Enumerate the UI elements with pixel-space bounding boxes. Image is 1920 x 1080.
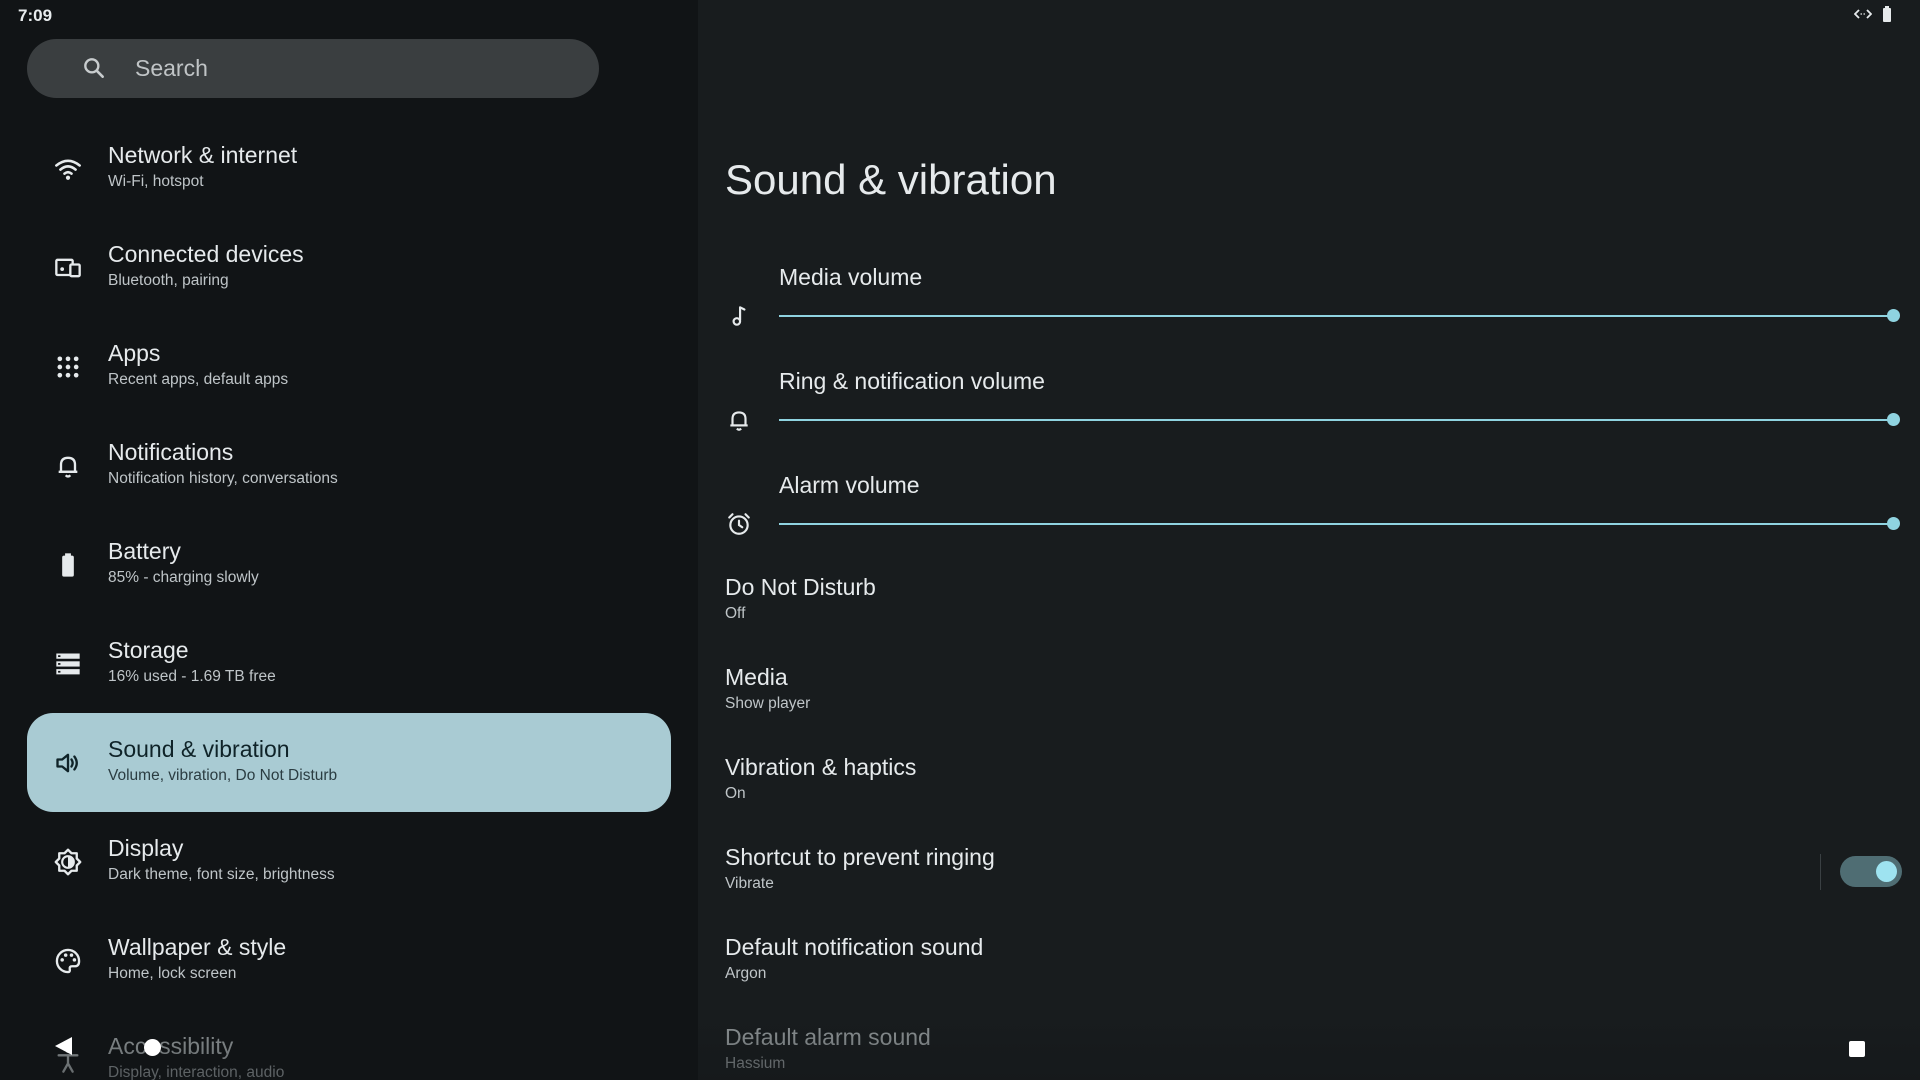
nav-item-connected-devices[interactable]: Connected devices Bluetooth, pairing (27, 218, 671, 317)
nav-item-sound-vibration[interactable]: Sound & vibration Volume, vibration, Do … (27, 713, 671, 812)
pref-subtitle: Vibrate (725, 875, 774, 892)
nav-item-battery[interactable]: Battery 85% - charging slowly (27, 515, 671, 614)
nav-recents-button[interactable] (1849, 1041, 1865, 1057)
nav-item-subtitle: Bluetooth, pairing (108, 272, 229, 289)
brightness-icon (54, 848, 82, 876)
nav-item-title: Storage (108, 637, 189, 663)
apps-grid-icon (54, 353, 82, 381)
palette-icon (54, 947, 82, 975)
nav-item-subtitle: Home, lock screen (108, 965, 237, 982)
slider-fill (779, 419, 1893, 421)
nav-item-title: Accessibility (108, 1033, 234, 1059)
pref-subtitle: Off (725, 605, 746, 622)
do-not-disturb-row[interactable]: Do Not Disturb Off (698, 556, 1920, 646)
settings-category-list: Network & internet Wi‑Fi, hotspot Connec… (0, 119, 698, 1080)
speaker-icon (54, 749, 82, 777)
search-icon (84, 58, 104, 78)
pref-title: Media (725, 664, 788, 690)
nav-item-title: Notifications (108, 439, 234, 465)
data-transfer-icon (1854, 9, 1872, 19)
bell-icon (54, 452, 82, 480)
nav-item-title: Battery (108, 538, 181, 564)
default-alarm-sound-row[interactable]: Default alarm sound Hassium (698, 1006, 1920, 1080)
slider-fill (779, 523, 1893, 525)
nav-item-subtitle: Volume, vibration, Do Not Disturb (108, 767, 338, 784)
volume-label: Alarm volume (779, 472, 920, 498)
media-volume-row: Media volume (698, 252, 1920, 356)
nav-item-subtitle: 85% - charging slowly (108, 569, 259, 586)
status-icons (1854, 6, 1892, 22)
bell-icon (725, 406, 753, 434)
devices-icon (54, 254, 82, 282)
toggle-knob (1876, 861, 1897, 882)
pref-subtitle: Hassium (725, 1055, 786, 1072)
nav-item-accessibility[interactable]: Accessibility Display, interaction, audi… (27, 1010, 671, 1080)
nav-item-apps[interactable]: Apps Recent apps, default apps (27, 317, 671, 416)
nav-item-title: Apps (108, 340, 161, 366)
nav-item-subtitle: Recent apps, default apps (108, 371, 289, 388)
search-input[interactable] (135, 39, 575, 98)
page-title: Sound & vibration (725, 156, 1057, 203)
nav-item-title: Network & internet (108, 142, 298, 168)
nav-item-storage[interactable]: Storage 16% used - 1.69 TB free (27, 614, 671, 713)
music-note-icon (725, 302, 753, 330)
battery-icon (54, 551, 82, 579)
slider-thumb[interactable] (1887, 413, 1900, 426)
slider-thumb[interactable] (1887, 517, 1900, 530)
nav-item-display[interactable]: Display Dark theme, font size, brightnes… (27, 812, 671, 911)
nav-item-title: Sound & vibration (108, 736, 290, 762)
nav-item-title: Wallpaper & style (108, 934, 287, 960)
slider-fill (779, 315, 1893, 317)
status-battery-icon (1883, 6, 1891, 22)
media-volume-slider[interactable] (779, 304, 1900, 328)
storage-icon (54, 650, 82, 678)
pref-title: Shortcut to prevent ringing (725, 844, 995, 870)
volume-label: Ring & notification volume (779, 368, 1045, 394)
nav-item-wallpaper-style[interactable]: Wallpaper & style Home, lock screen (27, 911, 671, 1010)
alarm-volume-slider[interactable] (779, 512, 1900, 536)
prevent-ringing-toggle[interactable] (1840, 856, 1902, 887)
pref-subtitle: On (725, 785, 746, 802)
nav-item-notifications[interactable]: Notifications Notification history, conv… (27, 416, 671, 515)
media-row[interactable]: Media Show player (698, 646, 1920, 736)
volume-label: Media volume (779, 264, 923, 290)
back-triangle-icon (55, 1037, 72, 1055)
alarm-volume-row: Alarm volume (698, 460, 1920, 564)
screen: 7:09 Network & internet Wi‑F (0, 0, 1920, 1080)
pref-subtitle: Show player (725, 695, 811, 712)
sound-detail-pane: Sound & vibration Media volume Ring & no… (698, 0, 1920, 1080)
alarm-icon (725, 510, 753, 538)
nav-item-subtitle: Dark theme, font size, brightness (108, 866, 335, 883)
nav-home-button[interactable] (144, 1039, 161, 1056)
pref-title: Vibration & haptics (725, 754, 917, 780)
prevent-ringing-row[interactable]: Shortcut to prevent ringing Vibrate (698, 826, 1920, 916)
pref-title: Default notification sound (725, 934, 984, 960)
pref-subtitle: Argon (725, 965, 767, 982)
nav-item-subtitle: Notification history, conversations (108, 470, 338, 487)
nav-item-network[interactable]: Network & internet Wi‑Fi, hotspot (27, 119, 671, 218)
nav-item-subtitle: Display, interaction, audio (108, 1064, 285, 1080)
search-bar[interactable] (27, 39, 599, 98)
vibration-haptics-row[interactable]: Vibration & haptics On (698, 736, 1920, 826)
pref-title: Default alarm sound (725, 1024, 931, 1050)
slider-thumb[interactable] (1887, 309, 1900, 322)
wifi-icon (54, 155, 82, 183)
nav-item-subtitle: 16% used - 1.69 TB free (108, 668, 276, 685)
ring-volume-row: Ring & notification volume (698, 356, 1920, 460)
nav-item-title: Display (108, 835, 184, 861)
status-time: 7:09 (18, 6, 53, 25)
pref-title: Do Not Disturb (725, 574, 876, 600)
nav-back-button[interactable] (52, 1034, 76, 1063)
settings-nav-pane: 7:09 Network & internet Wi‑F (0, 0, 698, 1080)
default-notification-sound-row[interactable]: Default notification sound Argon (698, 916, 1920, 1006)
toggle-divider (1820, 854, 1821, 890)
ring-volume-slider[interactable] (779, 408, 1900, 432)
nav-item-subtitle: Wi‑Fi, hotspot (108, 173, 204, 190)
nav-item-title: Connected devices (108, 241, 304, 267)
